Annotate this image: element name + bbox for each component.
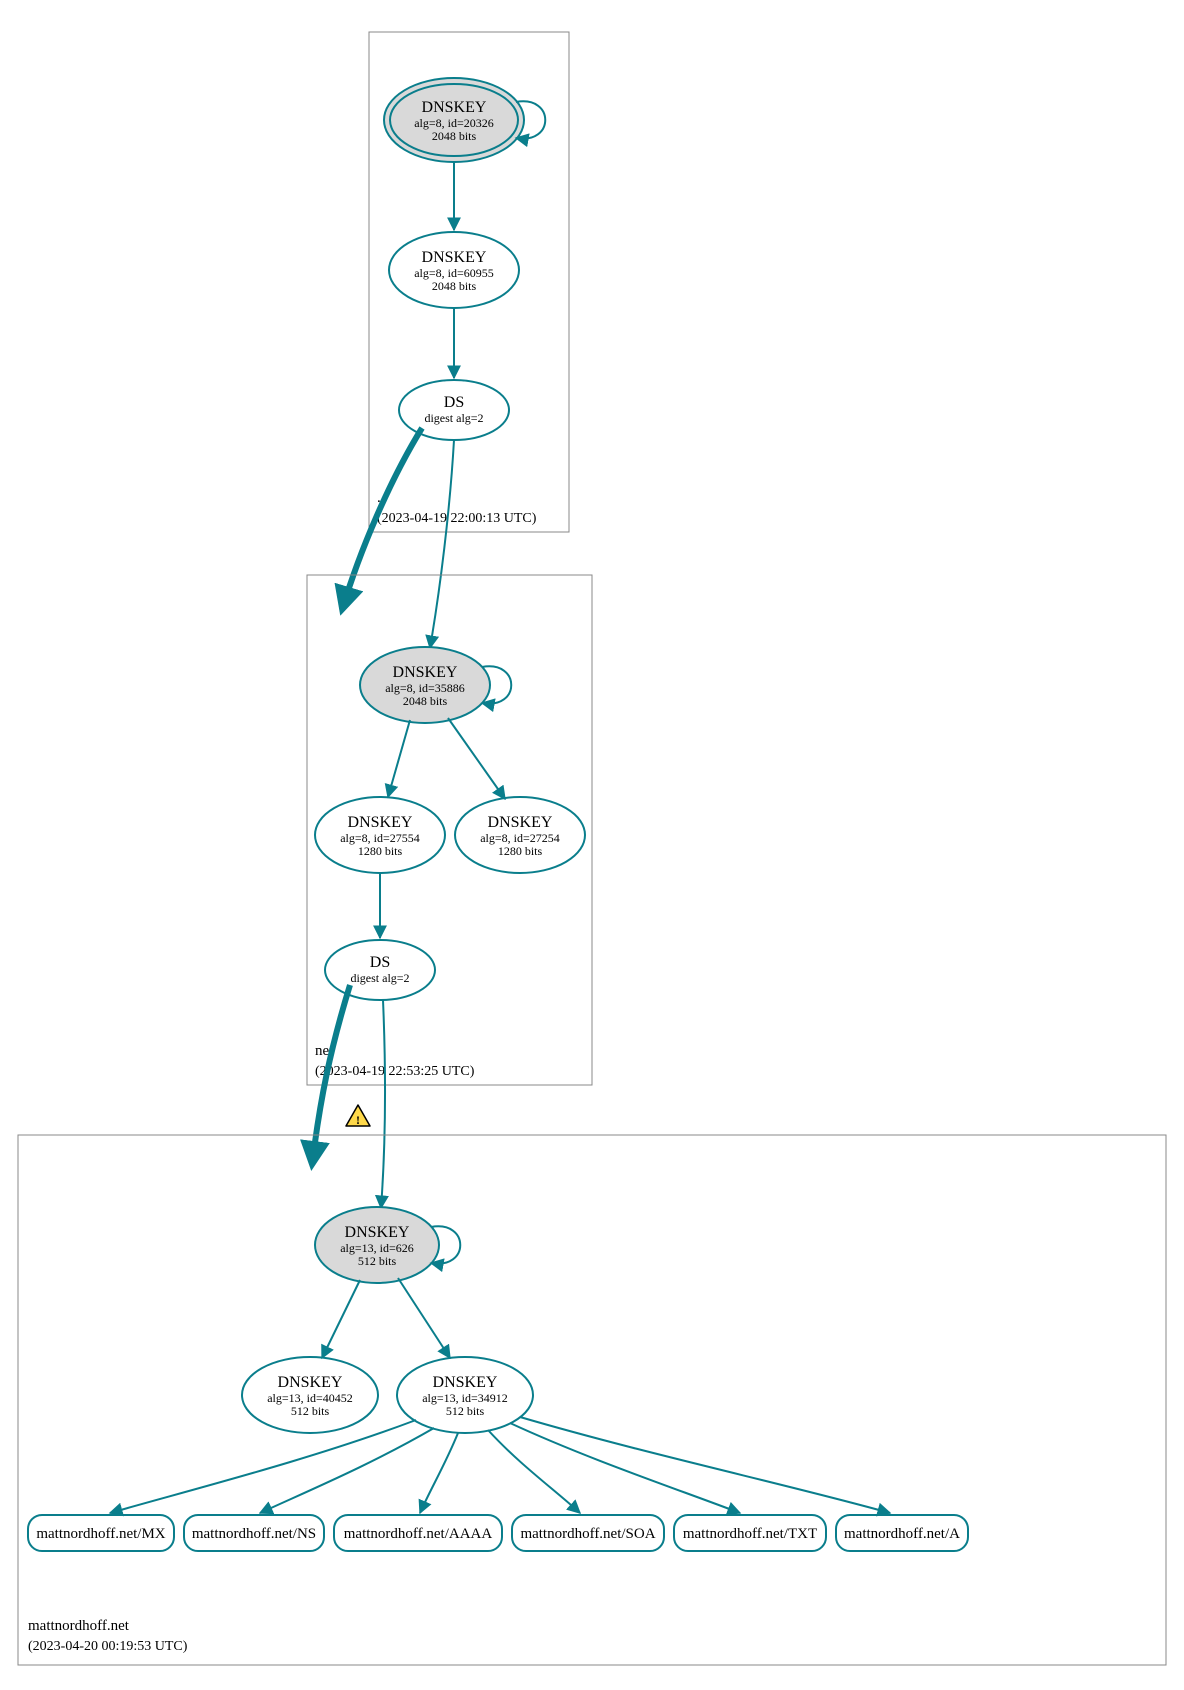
zone-domain: mattnordhoff.net (2023-04-20 00:19:53 UT… — [18, 1135, 1166, 1665]
svg-text:1280 bits: 1280 bits — [358, 844, 403, 858]
svg-text:DNSKEY: DNSKEY — [422, 99, 487, 116]
svg-text:mattnordhoff.net/AAAA: mattnordhoff.net/AAAA — [344, 1526, 493, 1542]
svg-text:1280 bits: 1280 bits — [498, 844, 543, 858]
svg-text:DNSKEY: DNSKEY — [488, 814, 553, 831]
svg-text:alg=8, id=60955: alg=8, id=60955 — [414, 266, 494, 280]
svg-text:mattnordhoff.net/A: mattnordhoff.net/A — [844, 1526, 960, 1542]
edge-zsk2-ns — [260, 1428, 434, 1513]
node-domain-zsk2: DNSKEY alg=13, id=34912 512 bits — [397, 1357, 533, 1433]
svg-text:alg=13, id=40452: alg=13, id=40452 — [267, 1391, 353, 1405]
node-root-ds: DS digest alg=2 — [399, 380, 509, 440]
edge-net-ds-domain-ksk — [381, 1000, 385, 1208]
rrset-soa: mattnordhoff.net/SOA — [512, 1515, 664, 1551]
edge-domain-ksk-zsk1 — [322, 1280, 360, 1358]
svg-text:DNSKEY: DNSKEY — [433, 1374, 498, 1391]
zone-root: . (2023-04-19 22:00:13 UTC) DNSKEY alg=8… — [369, 32, 569, 532]
svg-text:mattnordhoff.net/TXT: mattnordhoff.net/TXT — [683, 1526, 817, 1542]
rrset-a: mattnordhoff.net/A — [836, 1515, 968, 1551]
edge-root-ds-net-ksk — [430, 440, 454, 648]
edge-zsk2-a — [520, 1417, 890, 1513]
svg-text:DS: DS — [370, 954, 390, 971]
svg-text:mattnordhoff.net/SOA: mattnordhoff.net/SOA — [520, 1526, 655, 1542]
edge-zsk2-soa — [488, 1430, 580, 1513]
node-root-ksk: DNSKEY alg=8, id=20326 2048 bits — [384, 78, 524, 162]
edge-zsk2-mx — [110, 1420, 416, 1513]
svg-text:mattnordhoff.net/MX: mattnordhoff.net/MX — [36, 1526, 165, 1542]
svg-text:DNSKEY: DNSKEY — [278, 1374, 343, 1391]
node-domain-ksk: DNSKEY alg=13, id=626 512 bits — [315, 1207, 439, 1283]
svg-text:alg=13, id=626: alg=13, id=626 — [340, 1241, 414, 1255]
svg-text:alg=8, id=27554: alg=8, id=27554 — [340, 831, 420, 845]
edge-zsk2-aaaa — [420, 1433, 458, 1513]
svg-text:alg=8, id=27254: alg=8, id=27254 — [480, 831, 560, 845]
node-net-zsk1: DNSKEY alg=8, id=27554 1280 bits — [315, 797, 445, 873]
svg-text:!: ! — [356, 1113, 360, 1127]
rrset-aaaa: mattnordhoff.net/AAAA — [334, 1515, 502, 1551]
svg-text:2048 bits: 2048 bits — [403, 694, 448, 708]
svg-text:digest alg=2: digest alg=2 — [350, 971, 409, 985]
svg-text:512 bits: 512 bits — [358, 1254, 397, 1268]
node-net-ksk: DNSKEY alg=8, id=35886 2048 bits — [360, 647, 490, 723]
edge-zsk2-txt — [510, 1423, 740, 1513]
node-root-zsk: DNSKEY alg=8, id=60955 2048 bits — [389, 232, 519, 308]
zone-root-timestamp: (2023-04-19 22:00:13 UTC) — [377, 511, 537, 526]
node-net-zsk2: DNSKEY alg=8, id=27254 1280 bits — [455, 797, 585, 873]
svg-text:DNSKEY: DNSKEY — [393, 664, 458, 681]
warning-icon: ! — [346, 1105, 370, 1127]
svg-text:alg=13, id=34912: alg=13, id=34912 — [422, 1391, 508, 1405]
zone-net: net (2023-04-19 22:53:25 UTC) DNSKEY alg… — [307, 575, 592, 1085]
edge-net-ksk-zsk1 — [388, 720, 410, 797]
svg-text:DS: DS — [444, 394, 464, 411]
zone-net-timestamp: (2023-04-19 22:53:25 UTC) — [315, 1064, 475, 1079]
svg-text:alg=8, id=20326: alg=8, id=20326 — [414, 116, 494, 130]
svg-text:2048 bits: 2048 bits — [432, 279, 477, 293]
node-domain-zsk1: DNSKEY alg=13, id=40452 512 bits — [242, 1357, 378, 1433]
dnssec-graph: . (2023-04-19 22:00:13 UTC) DNSKEY alg=8… — [10, 10, 1174, 1680]
zone-domain-timestamp: (2023-04-20 00:19:53 UTC) — [28, 1639, 188, 1654]
rrset-txt: mattnordhoff.net/TXT — [674, 1515, 826, 1551]
edge-net-ksk-zsk2 — [448, 718, 505, 799]
zone-domain-label: mattnordhoff.net — [28, 1618, 130, 1634]
rrset-ns: mattnordhoff.net/NS — [184, 1515, 324, 1551]
svg-text:512 bits: 512 bits — [446, 1404, 485, 1418]
svg-text:512 bits: 512 bits — [291, 1404, 330, 1418]
svg-text:alg=8, id=35886: alg=8, id=35886 — [385, 681, 465, 695]
svg-text:DNSKEY: DNSKEY — [348, 814, 413, 831]
svg-text:DNSKEY: DNSKEY — [345, 1224, 410, 1241]
node-net-ds: DS digest alg=2 — [325, 940, 435, 1000]
svg-text:digest alg=2: digest alg=2 — [424, 411, 483, 425]
rrset-mx: mattnordhoff.net/MX — [28, 1515, 174, 1551]
edge-domain-ksk-zsk2 — [398, 1278, 450, 1358]
svg-text:DNSKEY: DNSKEY — [422, 249, 487, 266]
svg-text:mattnordhoff.net/NS: mattnordhoff.net/NS — [192, 1526, 316, 1542]
svg-text:2048 bits: 2048 bits — [432, 129, 477, 143]
